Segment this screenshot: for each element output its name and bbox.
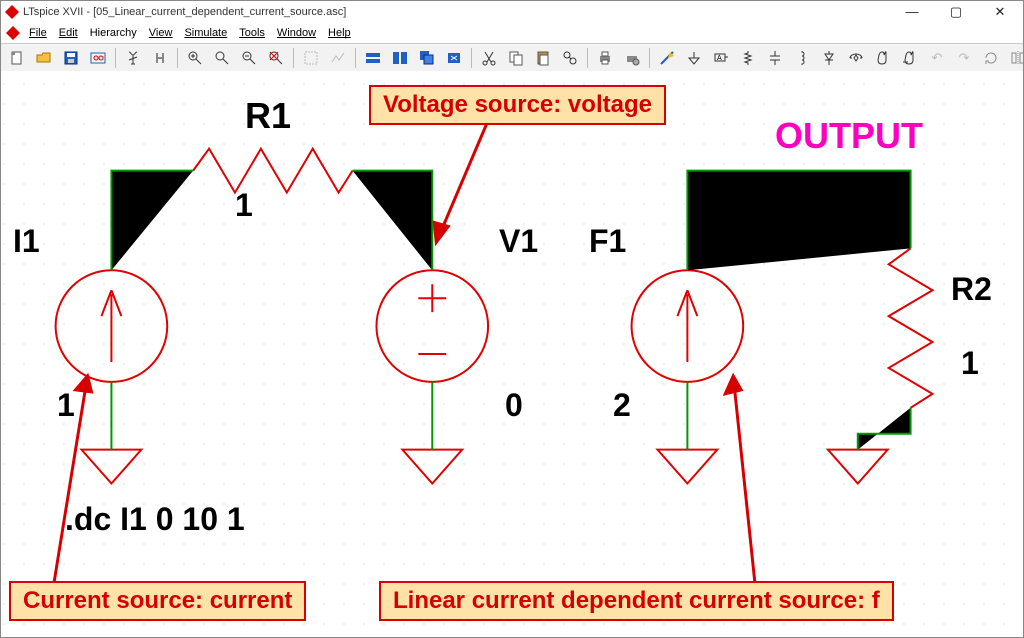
zoom-extents-icon[interactable] (264, 46, 288, 70)
undo-icon[interactable]: ↶ (925, 46, 949, 70)
ground-f1[interactable] (657, 450, 717, 484)
annotation-current-source: Current source: current (9, 581, 306, 621)
paste-icon[interactable] (531, 46, 555, 70)
menu-edit[interactable]: Edit (53, 27, 84, 39)
zoom-out-icon[interactable] (237, 46, 261, 70)
label-r2-value[interactable]: 1 (961, 345, 979, 382)
label-i1-value[interactable]: 1 (57, 387, 75, 424)
component-v1[interactable] (376, 270, 488, 382)
document-icon[interactable] (6, 26, 20, 40)
component-r1[interactable] (193, 149, 352, 193)
drag-icon[interactable] (898, 46, 922, 70)
menu-hierarchy[interactable]: Hierarchy (84, 27, 143, 39)
print-icon[interactable] (593, 46, 617, 70)
window-buttons: — ▢ ✕ (899, 4, 1019, 20)
control-panel-icon[interactable] (86, 46, 110, 70)
label-r2-name[interactable]: R2 (951, 271, 992, 308)
component-f1[interactable] (632, 270, 744, 382)
menu-simulate[interactable]: Simulate (178, 27, 233, 39)
label-f1-name[interactable]: F1 (589, 223, 626, 260)
cascade-icon[interactable] (415, 46, 439, 70)
window-title: LTspice XVII - [05_Linear_current_depend… (23, 6, 346, 18)
menu-file[interactable]: File (23, 27, 53, 39)
place-ground-icon[interactable] (682, 46, 706, 70)
title-bar: LTspice XVII - [05_Linear_current_depend… (1, 1, 1023, 23)
pick-visible-traces-icon[interactable] (326, 46, 350, 70)
label-v1-name[interactable]: V1 (499, 223, 538, 260)
draw-wire-icon[interactable] (655, 46, 679, 70)
cut-icon[interactable] (477, 46, 501, 70)
minimize-button[interactable]: — (899, 4, 925, 20)
tile-windows-icon[interactable] (361, 46, 385, 70)
component-r2[interactable] (889, 248, 933, 407)
print-setup-icon[interactable] (620, 46, 644, 70)
annotation-cccs: Linear current dependent current source:… (379, 581, 894, 621)
pan-icon[interactable] (210, 46, 234, 70)
component-i1[interactable] (56, 270, 168, 382)
open-icon[interactable] (32, 46, 56, 70)
label-net-icon[interactable]: A (709, 46, 733, 70)
place-diode-icon[interactable] (817, 46, 841, 70)
ground-i1[interactable] (82, 450, 142, 484)
place-component-icon[interactable] (844, 46, 868, 70)
annotation-voltage-source: Voltage source: voltage (369, 85, 666, 125)
redo-icon[interactable]: ↷ (952, 46, 976, 70)
label-f1-value[interactable]: 2 (613, 387, 631, 424)
mirror-icon[interactable] (1006, 46, 1023, 70)
menu-tools[interactable]: Tools (233, 27, 271, 39)
menu-view[interactable]: View (143, 27, 179, 39)
toolbar: A ↶ ↷ Aa .op (1, 44, 1023, 73)
label-r1-name[interactable]: R1 (245, 95, 291, 137)
maximize-button[interactable]: ▢ (943, 4, 969, 20)
place-capacitor-icon[interactable] (763, 46, 787, 70)
copy-icon[interactable] (504, 46, 528, 70)
svg-text:A: A (717, 55, 722, 62)
menu-bar: File Edit Hierarchy View Simulate Tools … (1, 23, 1023, 44)
find-icon[interactable] (558, 46, 582, 70)
move-icon[interactable] (871, 46, 895, 70)
new-schematic-icon[interactable] (5, 46, 29, 70)
rotate-icon[interactable] (979, 46, 1003, 70)
tile-vertical-icon[interactable] (388, 46, 412, 70)
menu-help[interactable]: Help (322, 27, 357, 39)
autorange-icon[interactable] (299, 46, 323, 70)
net-label-output[interactable]: OUTPUT (775, 115, 923, 157)
schematic-canvas[interactable]: I1 1 R1 1 V1 0 F1 2 R2 1 OUTPUT .dc I1 0… (1, 71, 1023, 637)
app-icon (5, 5, 19, 19)
ground-r2[interactable] (828, 450, 888, 484)
label-r1-value[interactable]: 1 (235, 187, 253, 224)
spice-directive[interactable]: .dc I1 0 10 1 (65, 501, 245, 538)
close-window-icon[interactable] (442, 46, 466, 70)
label-i1-name[interactable]: I1 (13, 223, 40, 260)
label-v1-value[interactable]: 0 (505, 387, 523, 424)
halt-icon[interactable] (148, 46, 172, 70)
zoom-in-icon[interactable] (183, 46, 207, 70)
run-icon[interactable] (121, 46, 145, 70)
menu-window[interactable]: Window (271, 27, 322, 39)
place-resistor-icon[interactable] (736, 46, 760, 70)
place-inductor-icon[interactable] (790, 46, 814, 70)
save-icon[interactable] (59, 46, 83, 70)
close-button[interactable]: ✕ (987, 4, 1013, 20)
ground-v1[interactable] (402, 450, 462, 484)
